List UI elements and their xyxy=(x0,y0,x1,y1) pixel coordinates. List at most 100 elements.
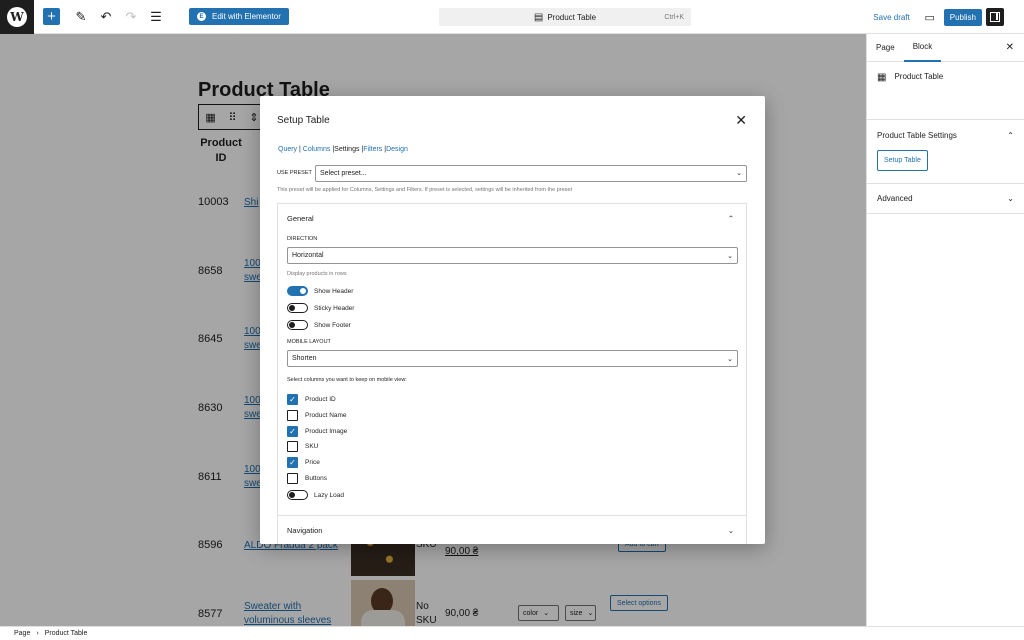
product-id-checkbox[interactable]: ✓ xyxy=(287,394,298,405)
checkbox-label: SKU xyxy=(305,443,319,450)
chevron-right-icon: › xyxy=(36,630,39,637)
mobile-column-option: ✓ Price xyxy=(287,457,320,468)
general-section: General ⌃ DIRECTION Horizontal ⌄ Display… xyxy=(277,203,747,544)
navigation-title: Navigation xyxy=(287,526,323,535)
mobile-column-option: ✓ Product ID xyxy=(287,394,336,405)
editor-header: W + ✎ ↶ ↷ ☰ E Edit with Elementor ▤ Prod… xyxy=(0,0,1024,34)
mobile-columns-help: Select columns you want to keep on mobil… xyxy=(287,377,407,383)
sidebar-icon xyxy=(990,12,1000,22)
panel-title: Product Table Settings xyxy=(877,130,957,140)
product-table-settings-toggle[interactable]: Product Table Settings ⌃ xyxy=(867,120,1024,150)
document-icon: ▤ xyxy=(533,11,544,23)
preset-label: USE PRESET xyxy=(277,170,312,176)
block-inserter-button[interactable]: + xyxy=(43,8,60,25)
lazy-load-row: Lazy Load xyxy=(287,490,344,500)
general-section-toggle[interactable]: General ⌃ xyxy=(278,204,746,232)
chevron-up-icon: ⌃ xyxy=(1007,130,1014,140)
lazy-load-toggle[interactable] xyxy=(287,490,308,500)
chevron-down-icon: ⌄ xyxy=(727,526,734,535)
tab-page[interactable]: Page xyxy=(867,34,904,62)
show-header-toggle[interactable] xyxy=(287,286,308,296)
redo-icon[interactable]: ↷ xyxy=(120,6,142,28)
show-header-row: Show Header xyxy=(287,286,353,296)
close-icon[interactable]: ✕ xyxy=(1006,42,1014,53)
settings-sidebar-toggle[interactable] xyxy=(986,8,1004,26)
block-card: ▦ Product Table xyxy=(867,62,1024,120)
sticky-header-row: Sticky Header xyxy=(287,303,354,313)
show-footer-toggle[interactable] xyxy=(287,320,308,330)
edit-with-elementor-button[interactable]: E Edit with Elementor xyxy=(189,8,289,25)
direction-label: DIRECTION xyxy=(287,236,318,242)
block-card-title: Product Table xyxy=(894,72,944,81)
preview-icon[interactable]: ▭ xyxy=(920,7,940,27)
mobile-column-option: SKU xyxy=(287,441,318,452)
tab-query[interactable]: Query xyxy=(278,146,297,153)
save-draft-button[interactable]: Save draft xyxy=(873,13,909,22)
sidebar-tabs: Page Block ✕ xyxy=(867,34,1024,62)
sticky-header-label: Sticky Header xyxy=(314,304,355,312)
general-title: General xyxy=(287,213,314,223)
checkbox-label: Price xyxy=(305,459,320,466)
chevron-up-icon: ⌃ xyxy=(727,213,734,223)
document-overview-icon[interactable]: ☰ xyxy=(145,6,167,28)
mobile-layout-select-value: Shorten xyxy=(292,355,317,362)
lazy-load-label: Lazy Load xyxy=(314,491,344,499)
pencil-icon[interactable]: ✎ xyxy=(70,6,92,28)
sku-checkbox[interactable] xyxy=(287,441,298,452)
navigation-section-toggle[interactable]: Navigation ⌄ xyxy=(278,515,746,544)
command-palette-bar[interactable]: ▤ Product Table Ctrl+K xyxy=(439,8,691,26)
elementor-icon: E xyxy=(197,12,206,21)
undo-icon[interactable]: ↶ xyxy=(95,6,117,28)
wordpress-icon: W xyxy=(7,6,27,27)
advanced-label: Advanced xyxy=(877,194,913,203)
mobile-column-option: Buttons xyxy=(287,473,327,484)
mobile-layout-select[interactable]: Shorten ⌄ xyxy=(287,350,738,367)
document-title: Product Table xyxy=(547,12,597,22)
mobile-layout-label: MOBILE LAYOUT xyxy=(287,339,331,345)
chevron-down-icon: ⌄ xyxy=(727,252,733,260)
setup-table-modal: Setup Table ✕ Query | Columns |Settings … xyxy=(260,96,765,544)
product-image-checkbox[interactable]: ✓ xyxy=(287,426,298,437)
chevron-down-icon: ⌄ xyxy=(727,355,733,363)
breadcrumb-block[interactable]: Product Table xyxy=(45,630,88,637)
checkbox-label: Product ID xyxy=(305,396,336,403)
preset-select-value: Select preset... xyxy=(320,169,367,177)
panel-body: Setup Table xyxy=(867,150,1024,184)
checkbox-label: Product Image xyxy=(305,428,348,435)
show-footer-label: Show Footer xyxy=(314,321,351,329)
checkbox-label: Buttons xyxy=(305,475,328,482)
tab-design[interactable]: Design xyxy=(386,146,408,153)
buttons-checkbox[interactable] xyxy=(287,473,298,484)
publish-button[interactable]: Publish xyxy=(943,8,982,26)
sticky-header-toggle[interactable] xyxy=(287,303,308,313)
close-icon[interactable]: ✕ xyxy=(735,112,747,129)
modal-title: Setup Table xyxy=(277,115,330,126)
direction-select-value: Horizontal xyxy=(292,252,324,259)
show-footer-row: Show Footer xyxy=(287,320,351,330)
setup-table-button[interactable]: Setup Table xyxy=(877,150,928,171)
tab-filters[interactable]: Filters xyxy=(363,146,382,153)
mobile-column-option: ✓ Product Image xyxy=(287,426,347,437)
direction-help: Display products in rows xyxy=(287,271,347,277)
mobile-column-option: Product Name xyxy=(287,410,347,421)
modal-tabs: Query | Columns |Settings |Filters |Desi… xyxy=(278,146,408,153)
breadcrumb: Page › Product Table xyxy=(0,626,1024,640)
product-name-checkbox[interactable] xyxy=(287,410,298,421)
edit-with-elementor-label: Edit with Elementor xyxy=(212,12,281,21)
tab-columns[interactable]: Columns xyxy=(303,146,331,153)
price-checkbox[interactable]: ✓ xyxy=(287,457,298,468)
wordpress-logo-button[interactable]: W xyxy=(0,0,34,34)
advanced-panel-toggle[interactable]: Advanced ⌄ xyxy=(867,184,1024,214)
breadcrumb-page[interactable]: Page xyxy=(14,630,30,637)
tab-block[interactable]: Block xyxy=(903,34,942,62)
checkbox-label: Product Name xyxy=(305,412,347,419)
chevron-down-icon: ⌄ xyxy=(1007,194,1014,203)
direction-select[interactable]: Horizontal ⌄ xyxy=(287,247,738,264)
chevron-down-icon: ⌄ xyxy=(736,170,742,177)
tab-settings[interactable]: Settings xyxy=(334,146,359,153)
shortcut-hint: Ctrl+K xyxy=(664,13,684,21)
preset-select[interactable]: Select preset... ⌄ xyxy=(315,164,747,182)
show-header-label: Show Header xyxy=(314,287,354,295)
preset-row: USE PRESET Select preset... ⌄ xyxy=(277,164,747,182)
preset-help-text: This preset will be applied for Columns,… xyxy=(277,187,572,193)
